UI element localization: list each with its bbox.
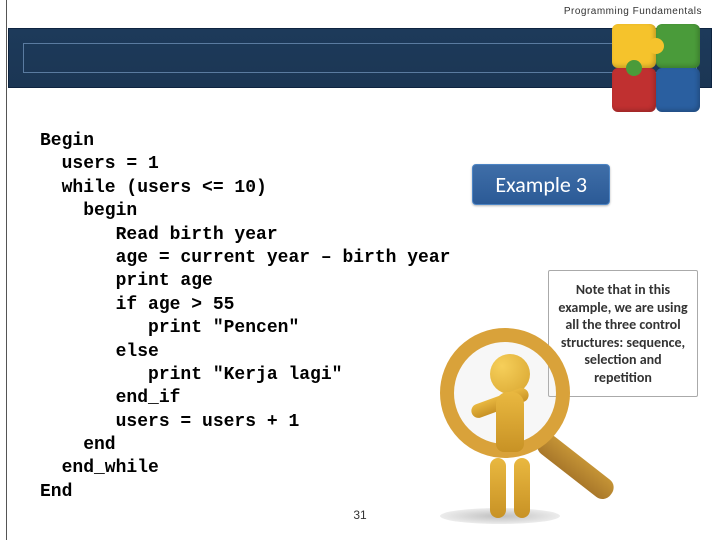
header-label: Programming Fundamentals: [564, 6, 702, 17]
magnifier-figure-icon: [430, 318, 610, 518]
page-number: 31: [353, 508, 366, 522]
title-banner: [8, 28, 712, 88]
example-badge: Example 3: [472, 164, 610, 205]
banner-inner: [23, 43, 697, 73]
left-rule: [6, 0, 7, 540]
pseudocode-block: Begin users = 1 while (users <= 10) begi…: [40, 130, 450, 504]
puzzle-icon: [612, 24, 700, 112]
slide: Programming Fundamentals Begin users = 1…: [0, 0, 720, 540]
